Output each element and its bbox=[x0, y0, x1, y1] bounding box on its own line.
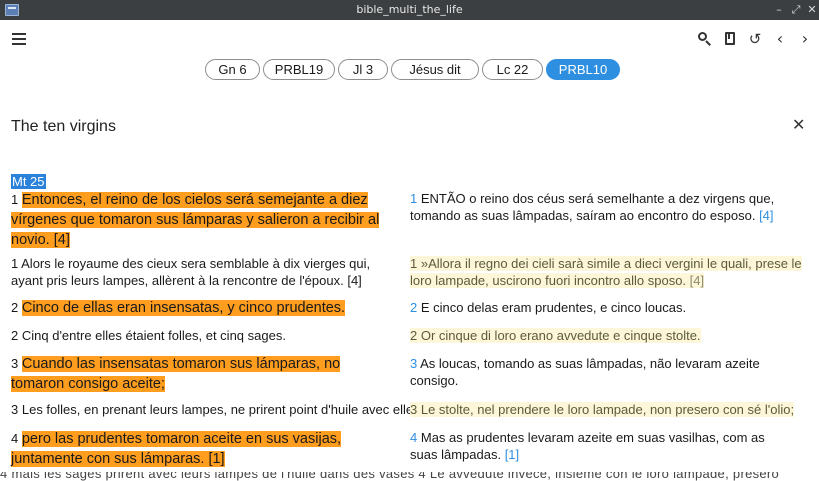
verse-text: Le stolte, nel prendere le loro lampade,… bbox=[420, 402, 795, 417]
verse-text: Or cinque di loro erano avvedute e cinqu… bbox=[420, 328, 701, 343]
footnote-link[interactable]: [1] bbox=[505, 447, 519, 462]
forward-icon[interactable]: › bbox=[795, 29, 815, 49]
verse-number: 3 bbox=[11, 356, 19, 371]
maximize-window-icon[interactable]: ⤢ bbox=[789, 2, 803, 18]
verse-1-french[interactable]: 1 Alors le royaume des cieux sera sembla… bbox=[11, 255, 401, 289]
verse-text: Cuando las insensatas tomaron sus lámpar… bbox=[11, 356, 341, 392]
verse-number: 1 bbox=[11, 256, 19, 271]
verse-number: 4 bbox=[410, 430, 418, 445]
toolbar: ↺ ‹ › bbox=[0, 20, 819, 58]
panel-title: The ten virgins bbox=[11, 118, 116, 135]
verse-text: As loucas, tomando as suas lâmpadas, não… bbox=[410, 356, 760, 388]
verse-number: 1 bbox=[11, 192, 19, 207]
tab-gn-6[interactable]: Gn 6 bbox=[205, 59, 260, 80]
verse-2-spanish[interactable]: 2 Cinco de ellas eran insensatas, y cinc… bbox=[11, 298, 401, 318]
window-titlebar: bible_multi_the_life – ⤢ ✕ bbox=[0, 0, 819, 20]
verse-4-portuguese[interactable]: 4 Mas as prudentes levaram azeite em sua… bbox=[410, 429, 795, 463]
verse-text: E cinco delas eram prudentes, e cinco lo… bbox=[420, 300, 687, 315]
verse-text: »Allora il regno dei cieli sarà simile a… bbox=[410, 256, 802, 288]
verse-number: 2 bbox=[11, 300, 19, 315]
verse-number: 2 bbox=[11, 328, 19, 343]
history-icon[interactable]: ↺ bbox=[745, 29, 765, 49]
verse-number: 3 bbox=[410, 402, 418, 417]
verse-number: 2 bbox=[410, 328, 418, 343]
search-icon[interactable] bbox=[694, 29, 714, 49]
footnote-link[interactable]: [4] bbox=[347, 273, 361, 288]
hamburger-menu-icon[interactable] bbox=[12, 33, 26, 45]
verse-number: 1 bbox=[410, 191, 418, 206]
window-title: bible_multi_the_life bbox=[356, 3, 463, 16]
verse-4-spanish[interactable]: 4 pero las prudentes tomaron aceite en s… bbox=[11, 429, 371, 469]
verse-text: pero las prudentes tomaron aceite en sus… bbox=[11, 431, 342, 467]
verse-3-portuguese[interactable]: 3 As loucas, tomando as suas lâmpadas, n… bbox=[410, 355, 805, 389]
close-window-icon[interactable]: ✕ bbox=[805, 2, 819, 18]
footnote-link[interactable]: [4] bbox=[759, 208, 773, 223]
verse-3-french[interactable]: 3 Les folles, en prenant leurs lampes, n… bbox=[11, 401, 423, 418]
verse-number: 4 bbox=[11, 431, 19, 446]
minimize-window-icon[interactable]: – bbox=[772, 2, 786, 18]
verse-1-italian[interactable]: 1 »Allora il regno dei cieli sarà simile… bbox=[410, 255, 805, 289]
truncated-verse-line: 4 mais les sages prirent avec leurs lamp… bbox=[0, 472, 819, 481]
footnote-link[interactable]: [1] bbox=[208, 451, 224, 467]
verse-text: Mas as prudentes levaram azeite em suas … bbox=[410, 430, 765, 462]
tab-jl-3[interactable]: Jl 3 bbox=[338, 59, 388, 80]
verse-3-spanish[interactable]: 3 Cuando las insensatas tomaron sus lámp… bbox=[11, 354, 371, 394]
verse-2-italian[interactable]: 2 Or cinque di loro erano avvedute e cin… bbox=[410, 327, 805, 344]
verse-1-spanish[interactable]: 1 Entonces, el reino de los cielos será … bbox=[11, 190, 401, 250]
verse-text: Cinq d'entre elles étaient folles, et ci… bbox=[21, 328, 286, 343]
reference-heading[interactable]: Mt 25 bbox=[11, 174, 46, 189]
back-icon[interactable]: ‹ bbox=[770, 29, 790, 49]
verse-1-portuguese[interactable]: 1 ENTÃO o reino dos céus será semelhante… bbox=[410, 190, 805, 224]
tab-jesus-dit[interactable]: Jésus dit bbox=[391, 59, 479, 80]
verse-text: Les folles, en prenant leurs lampes, ne … bbox=[21, 402, 424, 417]
verse-text: Cinco de ellas eran insensatas, y cinco … bbox=[21, 300, 346, 316]
verse-number: 3 bbox=[410, 356, 418, 371]
tab-lc-22[interactable]: Lc 22 bbox=[482, 59, 543, 80]
verse-number: 1 bbox=[410, 256, 418, 271]
verse-number: 3 bbox=[11, 402, 19, 417]
tab-prbl10[interactable]: PRBL10 bbox=[546, 59, 620, 80]
verse-text: Alors le royaume des cieux sera semblabl… bbox=[11, 256, 371, 288]
tab-prbl19[interactable]: PRBL19 bbox=[263, 59, 335, 80]
bookmark-icon[interactable] bbox=[720, 29, 740, 49]
close-panel-icon[interactable]: ✕ bbox=[792, 115, 805, 134]
passage-tabs: Gn 6 PRBL19 Jl 3 Jésus dit Lc 22 PRBL10 bbox=[205, 59, 623, 80]
verse-text: ENTÃO o reino dos céus será semelhante a… bbox=[410, 191, 775, 223]
verse-2-french[interactable]: 2 Cinq d'entre elles étaient folles, et … bbox=[11, 327, 401, 344]
verse-3-italian[interactable]: 3 Le stolte, nel prendere le loro lampad… bbox=[410, 401, 805, 418]
verse-number: 2 bbox=[410, 300, 418, 315]
truncated-text: 4 mais les sages prirent avec leurs lamp… bbox=[0, 472, 780, 481]
footnote-link[interactable]: [4] bbox=[54, 232, 70, 248]
verse-2-portuguese[interactable]: 2 E cinco delas eram prudentes, e cinco … bbox=[410, 299, 805, 316]
footnote-link[interactable]: [4] bbox=[690, 273, 704, 288]
